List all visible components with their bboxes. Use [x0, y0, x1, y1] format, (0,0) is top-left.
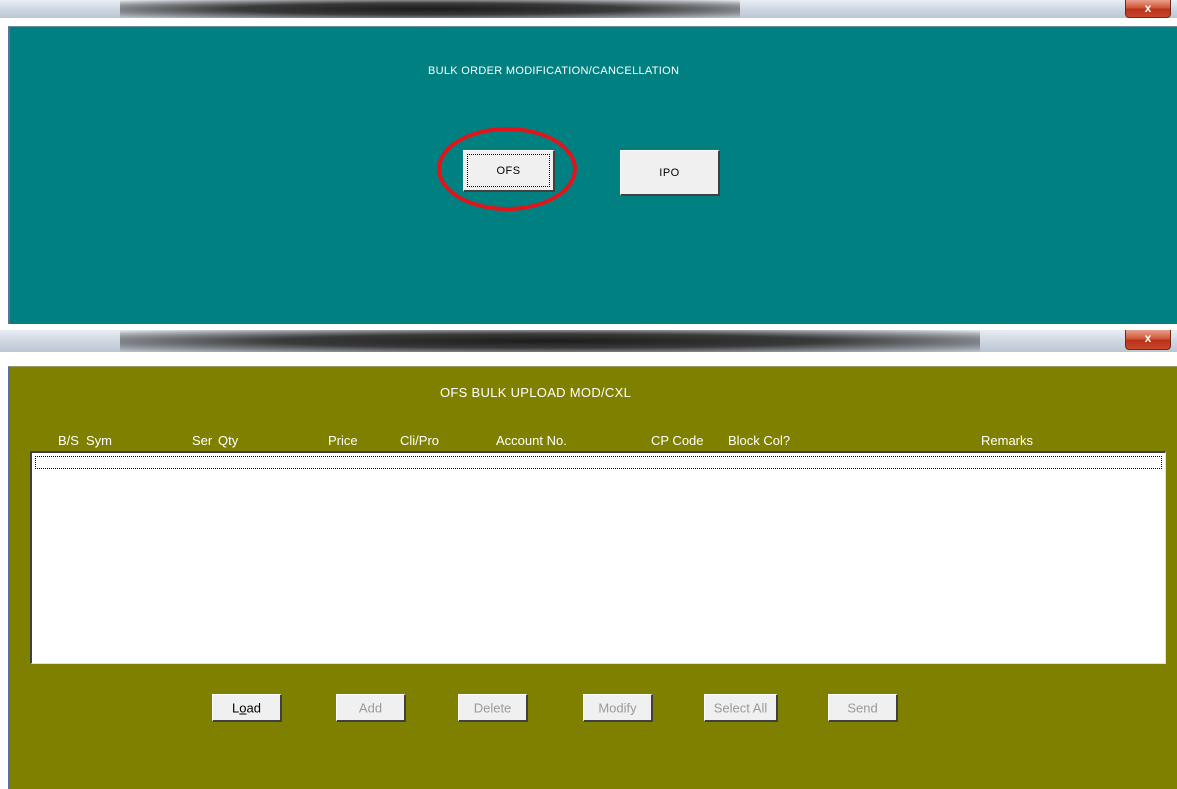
send-button-label: Send [847, 700, 878, 715]
window2-close-button[interactable]: x [1125, 330, 1171, 350]
col-header-qty: Qty [218, 433, 239, 448]
window1-close-button[interactable]: x [1125, 0, 1171, 18]
delete-button[interactable]: Delete [458, 694, 528, 722]
bulk-order-panel: BULK ORDER MODIFICATION/CANCELLATION OFS… [8, 26, 1177, 324]
window2-titlebar[interactable]: x [0, 330, 1177, 352]
col-header-ser: Ser [192, 433, 213, 448]
ipo-button[interactable]: IPO [620, 150, 720, 196]
col-header-cp-code: CP Code [651, 433, 704, 448]
modify-button-label: Modify [598, 700, 637, 715]
send-button[interactable]: Send [828, 694, 898, 722]
col-header-account: Account No. [496, 433, 567, 448]
orders-list[interactable] [30, 451, 1166, 664]
list-item[interactable] [35, 456, 1162, 469]
titlebar-shading [120, 330, 980, 352]
add-button-label: Add [358, 700, 383, 715]
select-all-button-label: Select All [713, 700, 768, 715]
bulk-order-title: BULK ORDER MODIFICATION/CANCELLATION [428, 65, 680, 77]
modify-button[interactable]: Modify [583, 694, 653, 722]
ipo-button-label: IPO [659, 166, 680, 179]
add-button[interactable]: Add [336, 694, 406, 722]
col-header-sym: Sym [86, 433, 112, 448]
ofs-bulk-upload-panel: OFS BULK UPLOAD MOD/CXL B/S Sym Ser Qty … [8, 366, 1177, 789]
delete-button-label: Delete [473, 700, 512, 715]
col-header-bs: B/S [58, 433, 79, 448]
ofs-button-label: OFS [496, 164, 521, 177]
ofs-button[interactable]: OFS [463, 150, 555, 192]
col-header-block-col: Block Col? [728, 433, 791, 448]
load-button-label: Load [232, 700, 261, 715]
window1-titlebar[interactable]: x [0, 0, 1177, 18]
titlebar-shading [120, 0, 740, 18]
select-all-button[interactable]: Select All [704, 694, 778, 722]
col-header-remarks: Remarks [981, 433, 1034, 448]
load-button[interactable]: Load [212, 694, 282, 722]
ofs-bulk-upload-title: OFS BULK UPLOAD MOD/CXL [440, 385, 632, 400]
col-header-cli-pro: Cli/Pro [400, 433, 440, 448]
col-header-price: Price [328, 433, 358, 448]
